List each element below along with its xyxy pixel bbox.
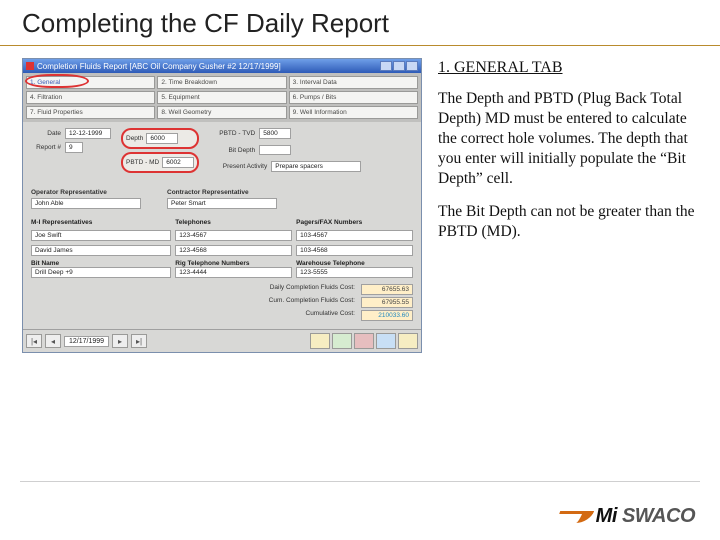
telephones-header: Telephones xyxy=(175,219,292,226)
section-paragraph-1: The Depth and PBTD (Plug Back Total Dept… xyxy=(438,89,698,190)
maximize-button[interactable] xyxy=(393,61,405,71)
pbtd-md-field[interactable]: 6002 xyxy=(162,157,194,168)
contractor-rep-label: Contractor Representative xyxy=(167,189,277,196)
representatives-row: Operator Representative John Able Contra… xyxy=(31,189,413,209)
tab-equipment[interactable]: 5. Equipment xyxy=(157,91,286,104)
window-title: Completion Fluids Report [ABC Oil Compan… xyxy=(37,62,281,71)
toolbar-icon-2[interactable] xyxy=(332,333,352,349)
fax-header: Pagers/FAX Numbers xyxy=(296,219,413,226)
present-activity-label: Present Activity xyxy=(209,163,267,170)
nav-date[interactable]: 12/17/1999 xyxy=(64,336,109,347)
tel-2[interactable]: 123-4568 xyxy=(175,245,292,256)
mi-rep-1[interactable]: Joe Swift xyxy=(31,230,171,241)
app-window: Completion Fluids Report [ABC Oil Compan… xyxy=(22,58,422,353)
operator-rep-field[interactable]: John Able xyxy=(31,198,141,209)
toolbar-icon-5[interactable] xyxy=(398,333,418,349)
toolbar-icon-3[interactable] xyxy=(354,333,374,349)
depth-label: Depth xyxy=(126,135,143,142)
window-titlebar: Completion Fluids Report [ABC Oil Compan… xyxy=(23,59,421,73)
logo-text-mi: Mi xyxy=(596,505,617,527)
tel-1[interactable]: 123-4567 xyxy=(175,230,292,241)
tab-interval-data[interactable]: 3. Interval Data xyxy=(289,76,418,89)
contractor-rep-field[interactable]: Peter Smart xyxy=(167,198,277,209)
general-panel: Date 12-12-1999 Report # 9 Depth 6 xyxy=(23,122,421,329)
pbtd-tvd-label: PBTD - TVD xyxy=(209,130,255,137)
toolbar-icon-4[interactable] xyxy=(376,333,396,349)
warehouse-tel-field[interactable]: 123-5555 xyxy=(296,267,413,278)
app-icon xyxy=(26,62,34,70)
date-label: Date xyxy=(31,130,61,137)
tab-filtration[interactable]: 4. Filtration xyxy=(26,91,155,104)
rig-tel-label: Rig Telephone Numbers xyxy=(175,260,249,267)
tab-fluid-properties[interactable]: 7. Fluid Properties xyxy=(26,106,155,119)
nav-first-button[interactable]: |◂ xyxy=(26,334,42,348)
page-title: Completing the CF Daily Report xyxy=(0,8,720,45)
depth-box: Depth 6000 xyxy=(121,128,199,149)
warehouse-tel-label: Warehouse Telephone xyxy=(296,260,365,267)
tab-pumps-bits[interactable]: 6. Pumps / Bits xyxy=(289,91,418,104)
tab-time-breakdown[interactable]: 2. Time Breakdown xyxy=(157,76,286,89)
section-paragraph-2: The Bit Depth can not be greater than th… xyxy=(438,202,698,242)
toolbar-icon-1[interactable] xyxy=(310,333,330,349)
footer-logo: Mi SWACO xyxy=(558,505,695,528)
logo-text-swaco: SWACO xyxy=(622,505,695,527)
fax-2[interactable]: 103-4568 xyxy=(296,245,413,256)
minimize-button[interactable] xyxy=(380,61,392,71)
report-label: Report # xyxy=(31,144,61,151)
operator-rep-label: Operator Representative xyxy=(31,189,141,196)
pbtd-md-label: PBTD - MD xyxy=(126,159,159,166)
cum-cost-label: Cum. Completion Fluids Cost: xyxy=(269,297,355,308)
cumulative-cost-label: Cumulative Cost: xyxy=(306,310,356,321)
mi-reps-header: M-I Representatives xyxy=(31,219,171,226)
bit-name-field[interactable]: Drill Deep +9 xyxy=(31,267,171,278)
tab-well-information[interactable]: 9. Well Information xyxy=(289,106,418,119)
window-buttons xyxy=(380,61,418,71)
section-heading: 1. GENERAL TAB xyxy=(438,58,698,79)
rig-tel-field[interactable]: 123-4444 xyxy=(175,267,292,278)
nav-bar: |◂ ◂ 12/17/1999 ▸ ▸| xyxy=(23,329,421,352)
bit-name-label: Bit Name xyxy=(31,260,59,267)
depth-field[interactable]: 6000 xyxy=(146,133,178,144)
nav-prev-button[interactable]: ◂ xyxy=(45,334,61,348)
explanation: 1. GENERAL TAB The Depth and PBTD (Plug … xyxy=(438,58,698,353)
cum-cost-value: 67955.55 xyxy=(361,297,413,308)
date-field[interactable]: 12-12-1999 xyxy=(65,128,111,139)
fax-1[interactable]: 103-4567 xyxy=(296,230,413,241)
nav-next-button[interactable]: ▸ xyxy=(112,334,128,348)
pbtd-tvd-field[interactable]: 5800 xyxy=(259,128,291,139)
present-activity-field[interactable]: Prepare spacers xyxy=(271,161,361,172)
bit-depth-label: Bit Depth xyxy=(209,147,255,154)
report-field[interactable]: 9 xyxy=(65,142,83,153)
tab-general[interactable]: 1. General xyxy=(26,76,155,89)
mi-rep-2[interactable]: David James xyxy=(31,245,171,256)
totals-block: Daily Completion Fluids Cost: 67655.63 Cu… xyxy=(31,284,413,321)
cumulative-cost-value: 210033.60 xyxy=(361,310,413,321)
daily-cost-label: Daily Completion Fluids Cost: xyxy=(270,284,355,295)
title-rule xyxy=(0,45,720,46)
contacts-grid: M-I Representatives Telephones Pagers/FA… xyxy=(31,219,413,278)
logo-swoosh-icon xyxy=(555,511,593,523)
tab-row: 1. General 2. Time Breakdown 3. Interval… xyxy=(23,73,421,122)
bit-depth-field[interactable] xyxy=(259,145,291,155)
pbtd-md-box: PBTD - MD 6002 xyxy=(121,152,199,173)
app-screenshot: Completion Fluids Report [ABC Oil Compan… xyxy=(22,58,422,353)
close-button[interactable] xyxy=(406,61,418,71)
nav-last-button[interactable]: ▸| xyxy=(131,334,147,348)
footer-rule xyxy=(20,481,700,482)
toolbar-icons xyxy=(310,333,418,349)
daily-cost-value: 67655.63 xyxy=(361,284,413,295)
tab-well-geometry[interactable]: 8. Well Geometry xyxy=(157,106,286,119)
